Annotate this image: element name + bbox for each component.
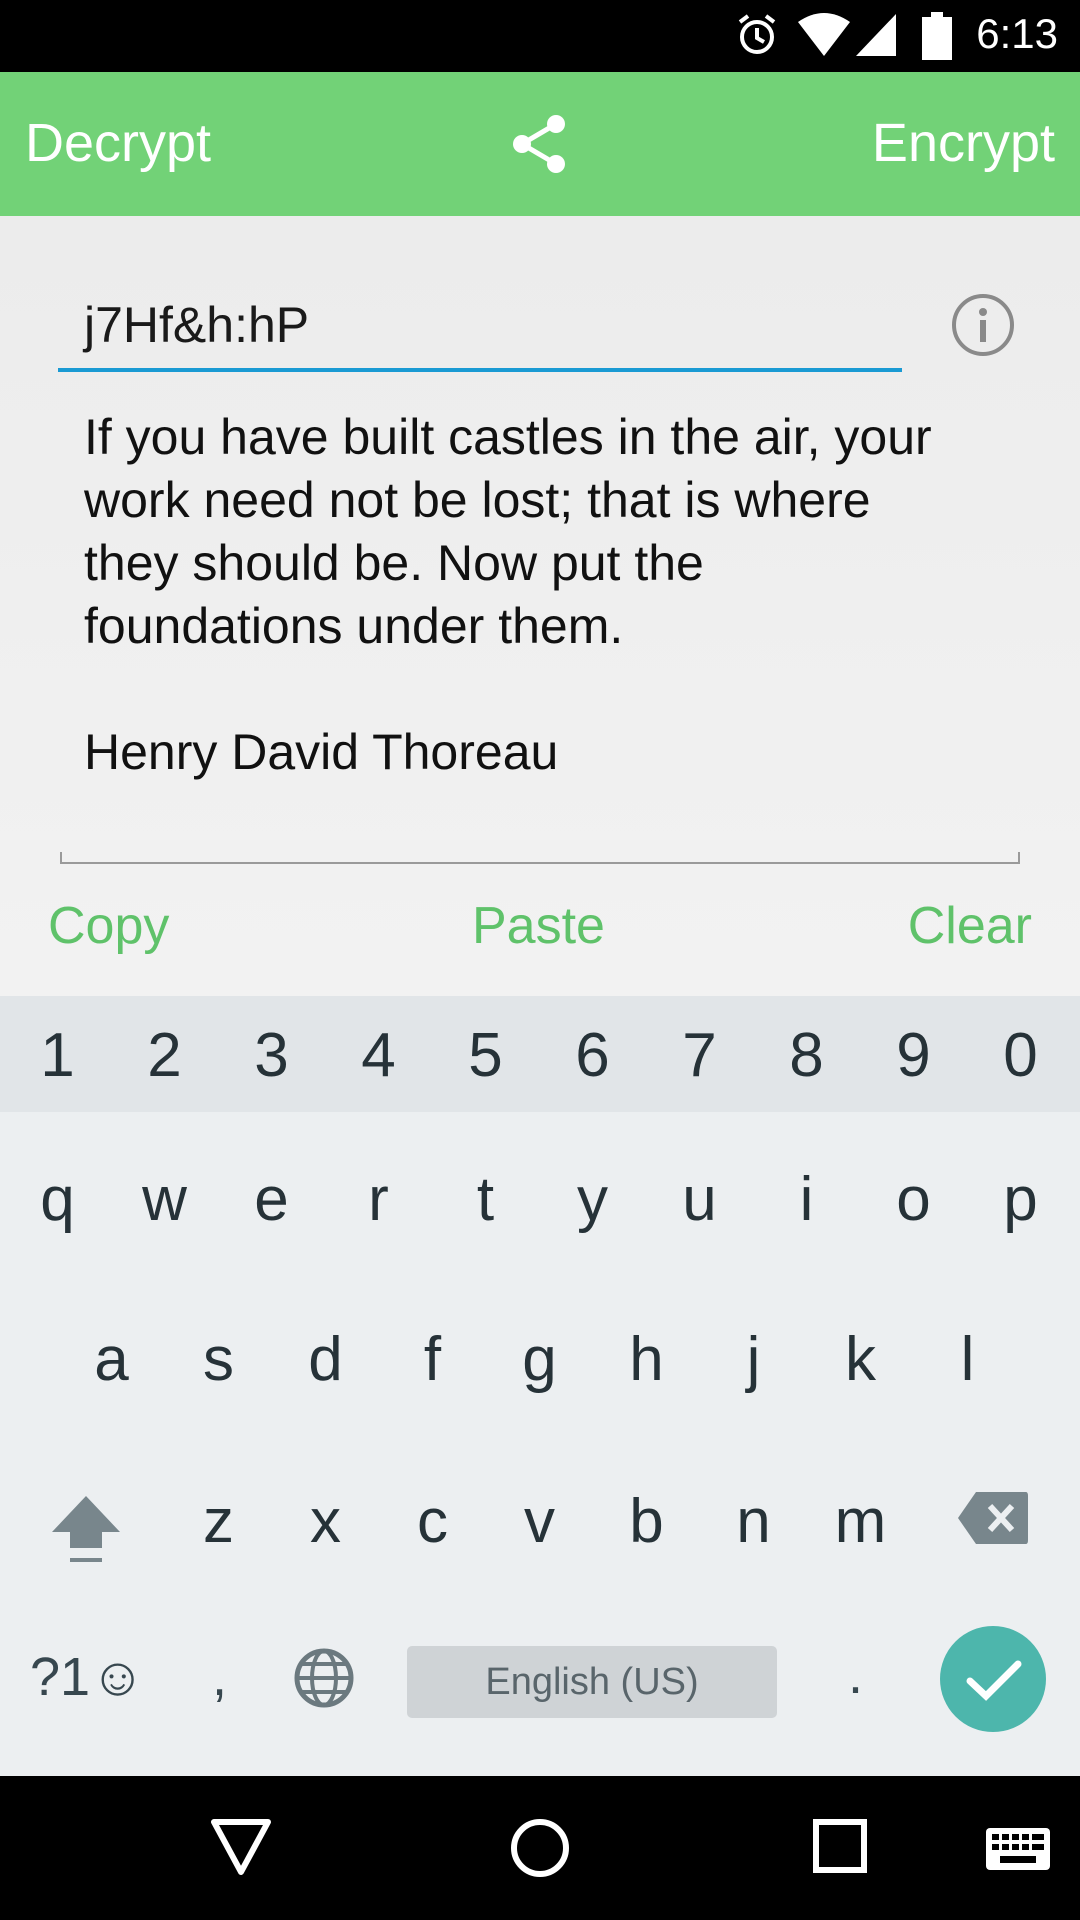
key-f[interactable]: f	[379, 1324, 486, 1395]
keyboard-icon[interactable]	[986, 1828, 1050, 1870]
share-icon[interactable]	[508, 112, 572, 176]
key-k[interactable]: k	[807, 1324, 914, 1395]
encrypt-button[interactable]: Encrypt	[872, 112, 1055, 174]
key-g[interactable]: g	[486, 1324, 593, 1395]
key-8[interactable]: 8	[753, 1020, 860, 1091]
key-3[interactable]: 3	[218, 1020, 325, 1091]
enter-button[interactable]	[940, 1626, 1046, 1732]
key-u[interactable]: u	[646, 1164, 753, 1235]
app-bar: Decrypt Encrypt	[0, 72, 1080, 216]
key-y[interactable]: y	[539, 1164, 646, 1235]
key-p[interactable]: p	[967, 1164, 1074, 1235]
key-7[interactable]: 7	[646, 1020, 753, 1091]
key-1[interactable]: 1	[4, 1020, 111, 1091]
space-key[interactable]: English (US)	[407, 1646, 777, 1718]
main-content: j7Hf&h:hP If you have built castles in t…	[0, 216, 1080, 996]
key-6[interactable]: 6	[539, 1020, 646, 1091]
shift-icon[interactable]	[48, 1490, 124, 1566]
back-icon[interactable]	[210, 1816, 272, 1878]
status-bar: 6:13	[0, 0, 1080, 72]
key-q[interactable]: q	[4, 1164, 111, 1235]
symbols-key[interactable]: ?1☺	[30, 1646, 145, 1708]
globe-icon[interactable]	[292, 1646, 356, 1710]
key-i[interactable]: i	[753, 1164, 860, 1235]
key-s[interactable]: s	[165, 1324, 272, 1395]
status-time: 6:13	[976, 10, 1058, 57]
paste-button[interactable]: Paste	[472, 896, 605, 956]
checkmark-icon	[966, 1660, 1022, 1701]
key-4[interactable]: 4	[325, 1020, 432, 1091]
decrypt-button[interactable]: Decrypt	[25, 112, 211, 174]
navigation-bar	[0, 1776, 1080, 1920]
key-d[interactable]: d	[272, 1324, 379, 1395]
info-icon[interactable]	[950, 292, 1016, 358]
password-value: j7Hf&h:hP	[84, 297, 310, 353]
key-m[interactable]: m	[807, 1486, 914, 1557]
key-2[interactable]: 2	[111, 1020, 218, 1091]
alarm-icon	[738, 14, 776, 54]
key-n[interactable]: n	[700, 1486, 807, 1557]
message-field[interactable]: If you have built castles in the air, yo…	[84, 406, 1014, 784]
recents-icon[interactable]	[812, 1818, 868, 1874]
comma-key[interactable]: ,	[212, 1646, 227, 1708]
key-z[interactable]: z	[165, 1486, 272, 1557]
number-row: 1 2 3 4 5 6 7 8 9 0	[0, 996, 1080, 1112]
password-field[interactable]: j7Hf&h:hP	[58, 288, 902, 372]
key-x[interactable]: x	[272, 1486, 379, 1557]
key-h[interactable]: h	[593, 1324, 700, 1395]
key-a[interactable]: a	[58, 1324, 165, 1395]
key-r[interactable]: r	[325, 1164, 432, 1235]
clear-button[interactable]: Clear	[908, 896, 1032, 956]
key-9[interactable]: 9	[860, 1020, 967, 1091]
battery-icon	[922, 12, 952, 60]
backspace-icon[interactable]	[956, 1490, 1030, 1546]
cell-signal-icon	[856, 14, 896, 56]
period-key[interactable]: .	[848, 1644, 863, 1706]
soft-keyboard: 1 2 3 4 5 6 7 8 9 0 q w e r t y u i o p …	[0, 996, 1080, 1776]
key-b[interactable]: b	[593, 1486, 700, 1557]
key-l[interactable]: l	[914, 1324, 1021, 1395]
key-w[interactable]: w	[111, 1164, 218, 1235]
key-e[interactable]: e	[218, 1164, 325, 1235]
message-underline	[60, 852, 1020, 864]
home-icon[interactable]	[508, 1816, 572, 1880]
key-c[interactable]: c	[379, 1486, 486, 1557]
key-o[interactable]: o	[860, 1164, 967, 1235]
key-j[interactable]: j	[700, 1324, 807, 1395]
key-5[interactable]: 5	[432, 1020, 539, 1091]
key-0[interactable]: 0	[967, 1020, 1074, 1091]
key-t[interactable]: t	[432, 1164, 539, 1235]
wifi-icon	[798, 13, 850, 56]
copy-button[interactable]: Copy	[48, 896, 169, 956]
key-v[interactable]: v	[486, 1486, 593, 1557]
